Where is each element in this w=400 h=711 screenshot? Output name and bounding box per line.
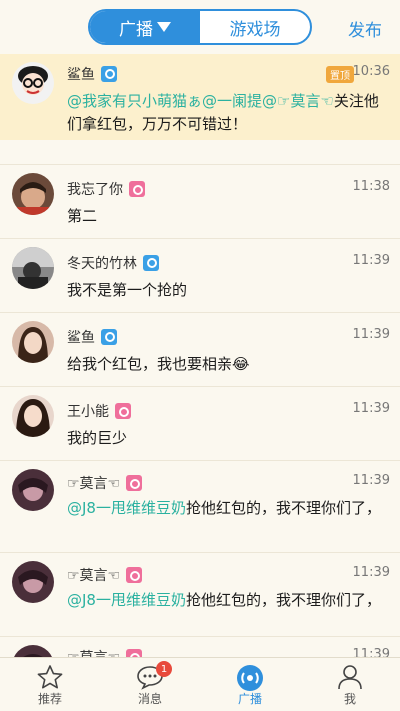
nav-messages[interactable]: 1 消息 [100,658,200,711]
username[interactable]: 冬天的竹林 [67,253,137,273]
tab-game-field[interactable]: 游戏场 [200,11,310,43]
avatar[interactable] [12,561,54,603]
post-time: 10:36 [352,64,390,79]
post-time: 11:39 [352,647,390,657]
male-icon [101,329,117,345]
username[interactable]: 鲨鱼 [67,327,95,347]
name-row: ☞莫言☜ [67,647,143,657]
username[interactable]: ☞莫言☜ [67,473,120,493]
nav-recommend[interactable]: 推荐 [0,658,100,711]
username[interactable]: 我忘了你 [67,179,123,199]
female-icon [129,181,145,197]
post-text: 我不是第一个抢的 [67,279,386,302]
broadcast-icon [235,664,265,695]
post-time: 11:39 [352,327,390,342]
caret-down-icon [157,22,171,32]
bottom-nav: 推荐 1 消息 广播 我 [0,657,400,711]
female-icon [126,475,143,491]
post-body: 第二 [67,207,98,225]
pinned-name-row: 鲨鱼 [67,64,117,84]
female-icon [126,649,143,657]
avatar[interactable] [12,62,54,104]
list-item[interactable]: 冬天的竹林 11:39 我不是第一个抢的 [0,238,400,312]
male-icon [143,255,159,271]
avatar[interactable] [12,173,54,215]
tab-switcher: 广播 游戏场 [88,9,312,45]
list-item[interactable]: ☞莫言☜ 11:39 [0,636,400,657]
nav-me[interactable]: 我 [300,658,400,711]
username[interactable]: 王小能 [67,401,109,421]
mention-link[interactable]: @J8一甩维维豆奶 [67,499,186,517]
post-time: 11:38 [352,179,390,194]
post-body: 抢他红包的，我不理你们了， [185,591,381,609]
person-icon [336,664,364,693]
username[interactable]: ☞莫言☜ [67,565,120,585]
list-item[interactable]: 鲨鱼 11:39 给我个红包，我也要相亲😂 [0,312,400,386]
avatar[interactable] [12,247,54,289]
pinned-tag: 置顶 [326,66,354,83]
post-body: 我的巨少 [67,429,128,447]
avatar[interactable] [12,645,54,657]
post-text: 我的巨少 [67,427,386,450]
mention-link[interactable]: @J8一甩维维豆奶 [67,591,186,609]
post-body: 给我个红包，我也要相亲😂 [67,355,250,373]
post-text: @J8一甩维维豆奶抢他红包的，我不理你们了， [67,497,386,520]
post-text: @我家有只小萌猫ぁ@一阑提@☞莫言☜关注他们拿红包，万万不可错过！ [67,90,386,136]
feed-gap [0,140,400,164]
publish-button[interactable]: 发布 [348,16,382,41]
tab-broadcast[interactable]: 广播 [90,11,200,43]
tab-game-field-label: 游戏场 [229,19,281,40]
avatar[interactable] [12,469,54,511]
name-row: 我忘了你 [67,179,145,199]
username[interactable]: 鲨鱼 [67,64,95,84]
post-time: 11:39 [352,565,390,580]
post-body: 抢他红包的，我不理你们了， [185,499,381,517]
post-time: 11:39 [352,401,390,416]
avatar[interactable] [12,395,54,437]
name-row: 王小能 [67,401,131,421]
name-row: ☞莫言☜ [67,565,143,585]
list-item[interactable]: ☞莫言☜ 11:39 @J8一甩维维豆奶抢他红包的，我不理你们了， [0,460,400,552]
post-time: 11:39 [352,253,390,268]
list-item[interactable]: ☞莫言☜ 11:39 @J8一甩维维豆奶抢他红包的，我不理你们了， [0,552,400,636]
avatar[interactable] [12,321,54,363]
name-row: 冬天的竹林 [67,253,159,273]
nav-broadcast[interactable]: 广播 [200,658,300,711]
post-time: 11:39 [352,473,390,488]
pinned-post[interactable]: 鲨鱼 置顶 10:36 @我家有只小萌猫ぁ@一阑提@☞莫言☜关注他们拿红包，万万… [0,54,400,140]
female-icon [126,567,143,583]
name-row: 鲨鱼 [67,327,117,347]
list-item[interactable]: 我忘了你 11:38 第二 [0,164,400,238]
tab-broadcast-label: 广播 [119,19,153,40]
list-item[interactable]: 王小能 11:39 我的巨少 [0,386,400,460]
top-bar: 广播 游戏场 发布 [0,0,400,54]
male-icon [101,66,117,82]
mention-link[interactable]: @我家有只小萌猫ぁ@一阑提@☞莫言☜ [67,92,334,110]
username[interactable]: ☞莫言☜ [67,647,120,657]
post-text: 第二 [67,205,386,228]
female-icon [115,403,131,419]
broadcast-feed[interactable]: 鲨鱼 置顶 10:36 @我家有只小萌猫ぁ@一阑提@☞莫言☜关注他们拿红包，万万… [0,54,400,657]
post-body: 我不是第一个抢的 [67,281,188,299]
name-row: ☞莫言☜ [67,473,143,493]
post-text: @J8一甩维维豆奶抢他红包的，我不理你们了， [67,589,386,612]
unread-badge: 1 [156,661,172,677]
post-text: 给我个红包，我也要相亲😂 [67,353,386,376]
star-icon [36,664,64,693]
